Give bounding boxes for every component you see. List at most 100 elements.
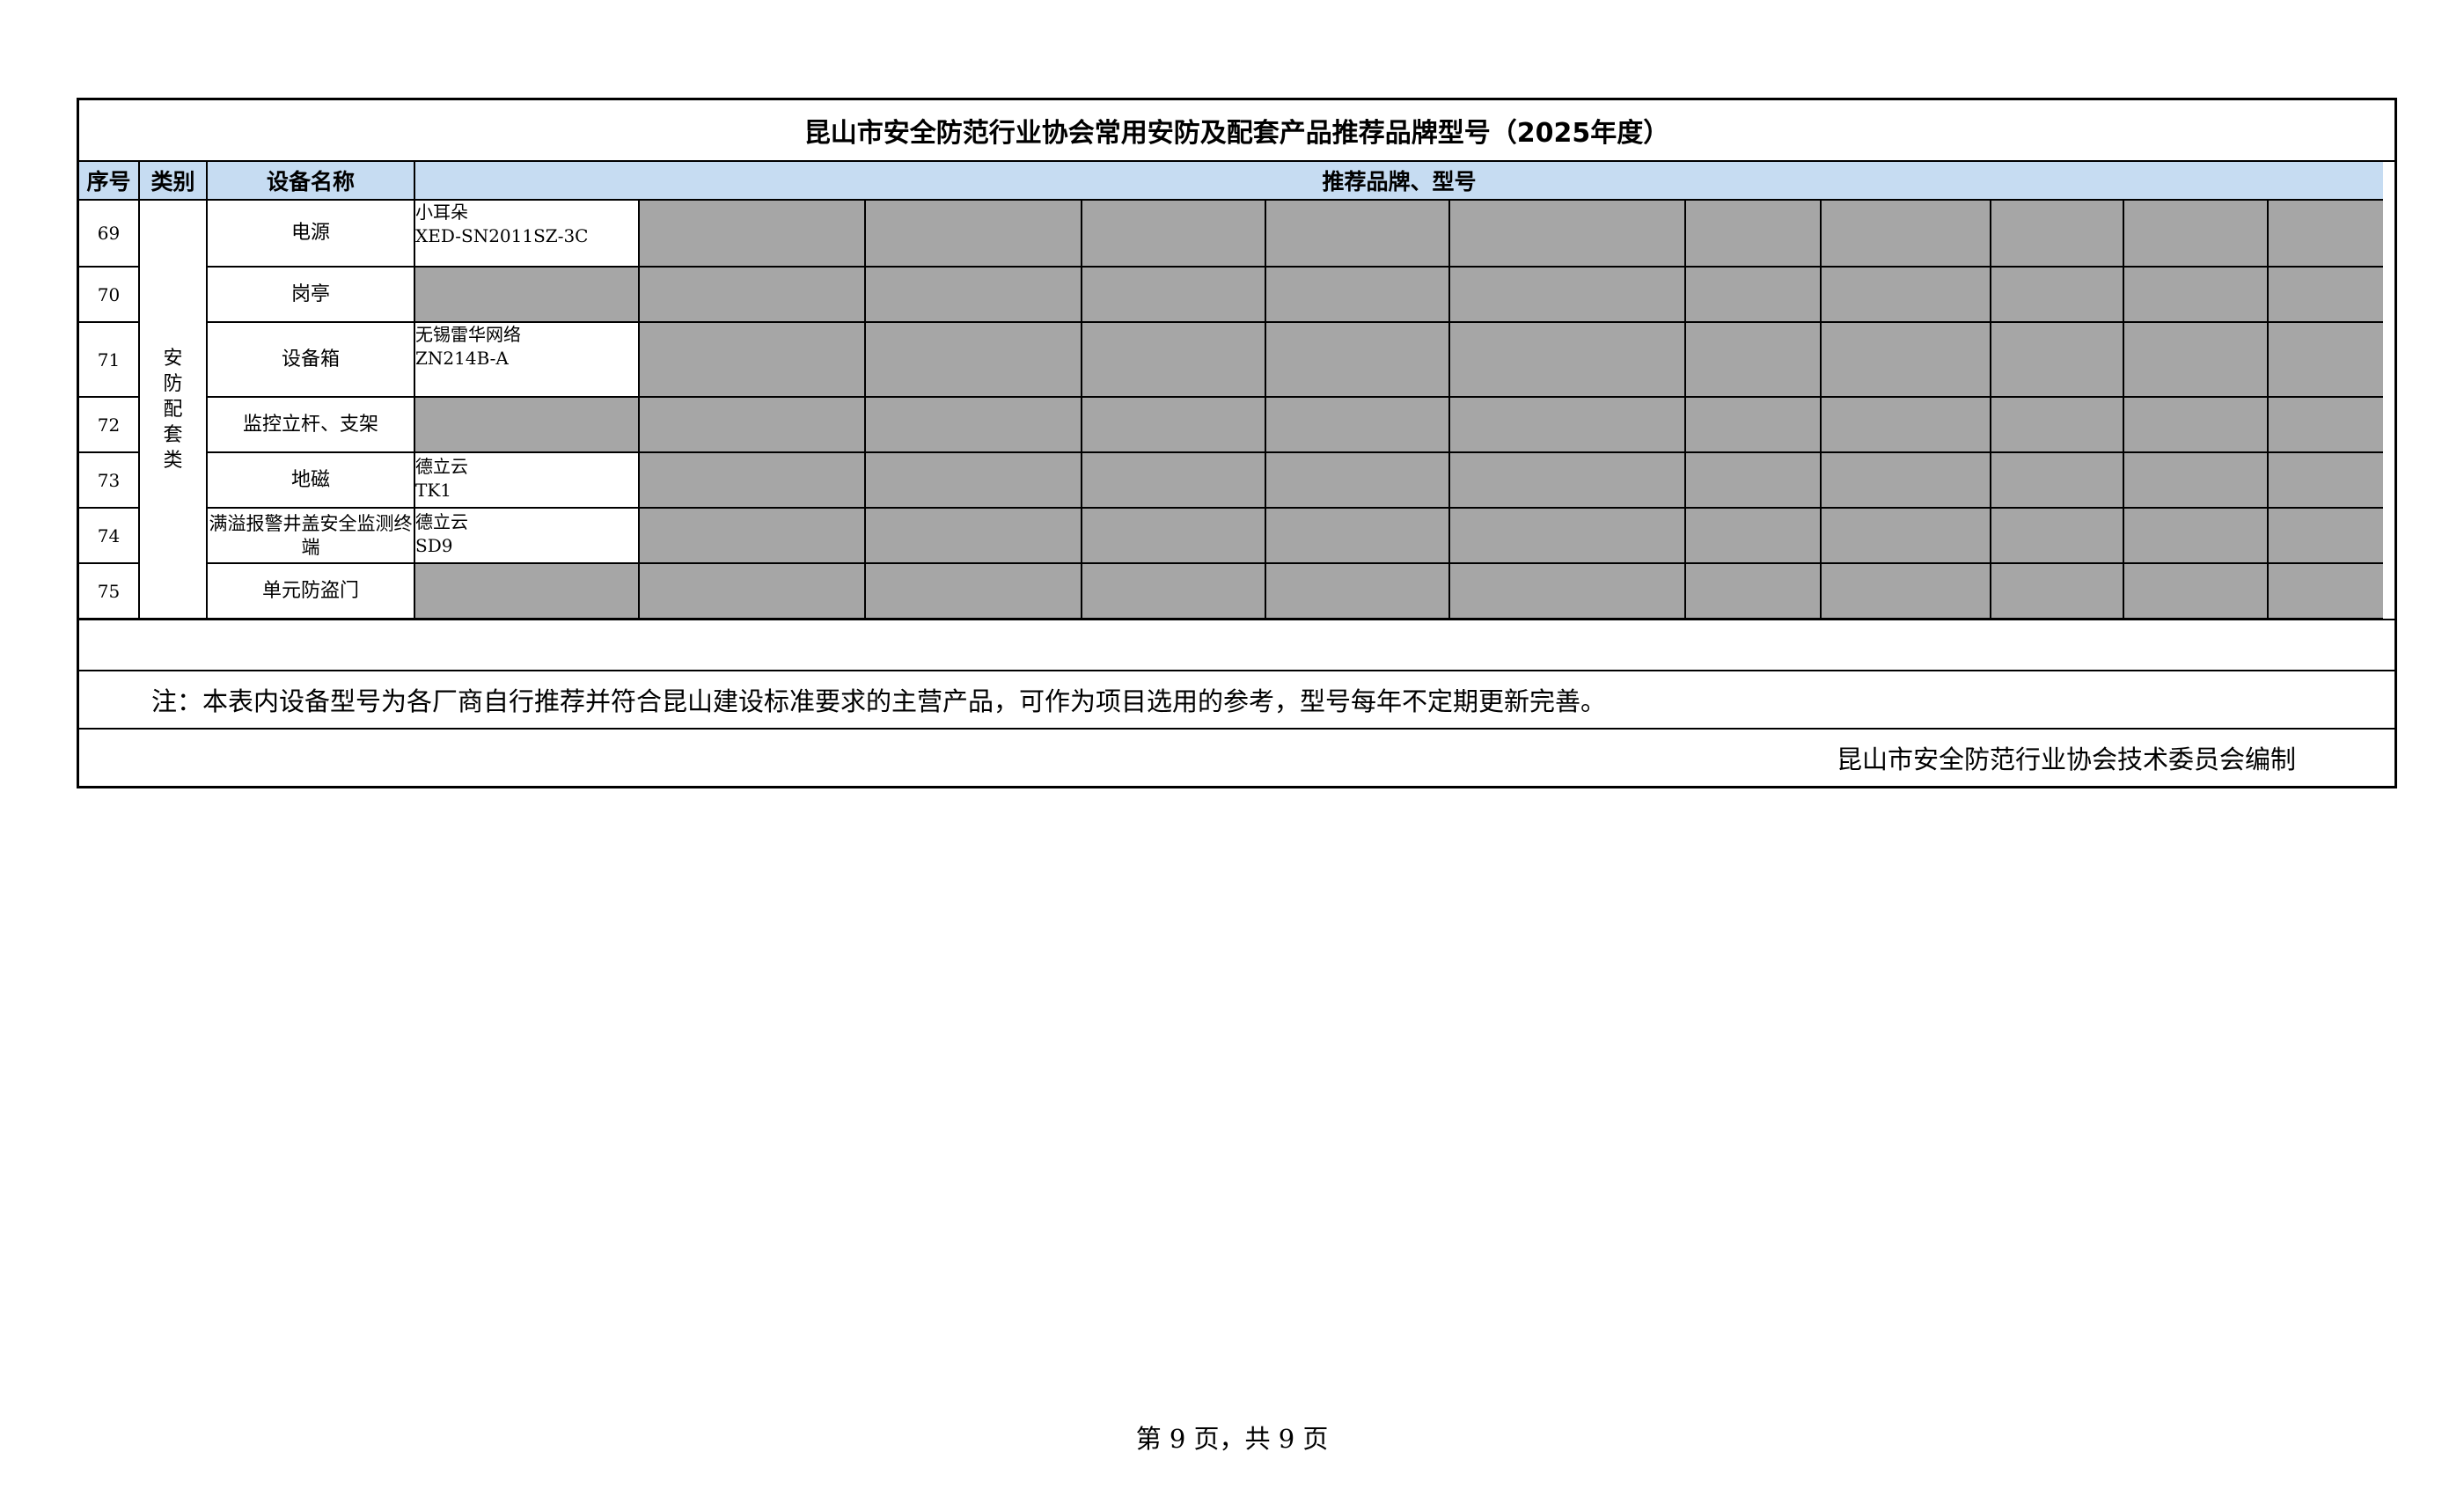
filler-cell	[1265, 507, 1450, 564]
row-seq: 75	[79, 562, 140, 620]
filler-cell	[864, 266, 1082, 323]
brand-model: SD9	[415, 535, 453, 556]
brand-model: ZN214B-A	[415, 348, 509, 369]
filler-cell	[1820, 451, 1991, 509]
filler-cell	[1990, 507, 2124, 564]
row-seq: 69	[79, 199, 140, 268]
filler-cell	[1448, 199, 1686, 268]
row-brand-cell	[414, 396, 640, 453]
filler-cell	[638, 451, 866, 509]
table-credit: 昆山市安全防范行业协会技术委员会编制	[1836, 744, 2296, 774]
brand-name: 德立云	[415, 456, 468, 477]
table-header-row: 序号 类别 设备名称 推荐品牌、型号	[79, 162, 2383, 201]
filler-cell	[1265, 266, 1450, 323]
filler-cell	[1448, 396, 1686, 453]
blank-row	[79, 619, 2394, 671]
filler-cell	[1448, 321, 1686, 398]
filler-cell	[1081, 562, 1266, 620]
row-brand-cell: 德立云 SD9	[414, 507, 640, 564]
filler-cell	[638, 396, 866, 453]
filler-cell	[864, 199, 1082, 268]
product-table-sheet: 昆山市安全防范行业协会常用安防及配套产品推荐品牌型号（2025年度） 序号 类别…	[77, 98, 2397, 788]
filler-cell	[1990, 562, 2124, 620]
filler-cell	[1265, 396, 1450, 453]
filler-cell	[1684, 266, 1822, 323]
category-cell: 安防配套类	[138, 199, 208, 620]
row-seq: 74	[79, 507, 140, 564]
filler-cell	[2123, 266, 2269, 323]
filler-cell	[1081, 451, 1266, 509]
brand-model: TK1	[415, 480, 452, 501]
row-device: 电源	[206, 199, 415, 268]
filler-cell	[1081, 266, 1266, 323]
filler-cell	[1265, 199, 1450, 268]
filler-cell	[1684, 321, 1822, 398]
category-label: 安防配套类	[163, 347, 183, 472]
product-table: 序号 类别 设备名称 推荐品牌、型号 69 安防配套类 电源 小耳朵 XED-S…	[79, 162, 2383, 620]
filler-cell	[2123, 199, 2269, 268]
filler-cell	[638, 321, 866, 398]
filler-cell	[2267, 507, 2383, 564]
header-device: 设备名称	[206, 162, 415, 201]
filler-cell	[1820, 507, 1991, 564]
table-row: 69 安防配套类 电源 小耳朵 XED-SN2011SZ-3C	[79, 199, 2383, 620]
row-brand-cell	[414, 266, 640, 323]
table-row: 75 单元防盗门	[79, 562, 2383, 620]
row-device: 单元防盗门	[206, 562, 415, 620]
filler-cell	[864, 562, 1082, 620]
filler-cell	[1820, 199, 1991, 268]
filler-cell	[2123, 451, 2269, 509]
filler-cell	[1081, 396, 1266, 453]
filler-cell	[1265, 451, 1450, 509]
row-seq: 73	[79, 451, 140, 509]
table-title: 昆山市安全防范行业协会常用安防及配套产品推荐品牌型号（2025年度）	[79, 100, 2394, 162]
filler-cell	[2123, 562, 2269, 620]
filler-cell	[2267, 451, 2383, 509]
filler-cell	[1820, 266, 1991, 323]
filler-cell	[2123, 507, 2269, 564]
filler-cell	[1684, 199, 1822, 268]
table-note: 注：本表内设备型号为各厂商自行推荐并符合昆山建设标准要求的主营产品，可作为项目选…	[79, 671, 2394, 730]
table-row: 70 岗亭	[79, 266, 2383, 323]
brand-name: 无锡雷华网络	[415, 324, 521, 345]
filler-cell	[1820, 562, 1991, 620]
brand-name: 德立云	[415, 511, 468, 532]
filler-cell	[1820, 321, 1991, 398]
brand-model: XED-SN2011SZ-3C	[415, 225, 589, 246]
filler-cell	[2123, 321, 2269, 398]
filler-cell	[1684, 451, 1822, 509]
filler-cell	[2267, 562, 2383, 620]
filler-cell	[1990, 451, 2124, 509]
row-device: 地磁	[206, 451, 415, 509]
filler-cell	[2267, 321, 2383, 398]
filler-cell	[1448, 562, 1686, 620]
brand-name: 小耳朵	[415, 202, 468, 223]
filler-cell	[1265, 562, 1450, 620]
header-brand: 推荐品牌、型号	[414, 162, 2383, 201]
filler-cell	[638, 266, 866, 323]
filler-cell	[2267, 199, 2383, 268]
filler-cell	[1990, 199, 2124, 268]
filler-cell	[638, 199, 866, 268]
filler-cell	[864, 321, 1082, 398]
row-brand-cell	[414, 562, 640, 620]
filler-cell	[1820, 396, 1991, 453]
row-brand-cell: 小耳朵 XED-SN2011SZ-3C	[414, 199, 640, 268]
filler-cell	[1081, 321, 1266, 398]
row-device: 监控立杆、支架	[206, 396, 415, 453]
filler-cell	[864, 507, 1082, 564]
page-footer: 第 9 页，共 9 页	[1135, 1424, 1329, 1454]
filler-cell	[1990, 266, 2124, 323]
filler-cell	[1081, 507, 1266, 564]
table-row: 74 满溢报警井盖安全监测终端 德立云 SD9	[79, 507, 2383, 564]
filler-cell	[2267, 266, 2383, 323]
filler-cell	[864, 396, 1082, 453]
row-device: 满溢报警井盖安全监测终端	[206, 507, 415, 564]
row-device: 岗亭	[206, 266, 415, 323]
filler-cell	[864, 451, 1082, 509]
table-row: 71 设备箱 无锡雷华网络 ZN214B-A	[79, 321, 2383, 398]
filler-cell	[1081, 199, 1266, 268]
filler-cell	[1265, 321, 1450, 398]
filler-cell	[1448, 266, 1686, 323]
filler-cell	[1684, 562, 1822, 620]
